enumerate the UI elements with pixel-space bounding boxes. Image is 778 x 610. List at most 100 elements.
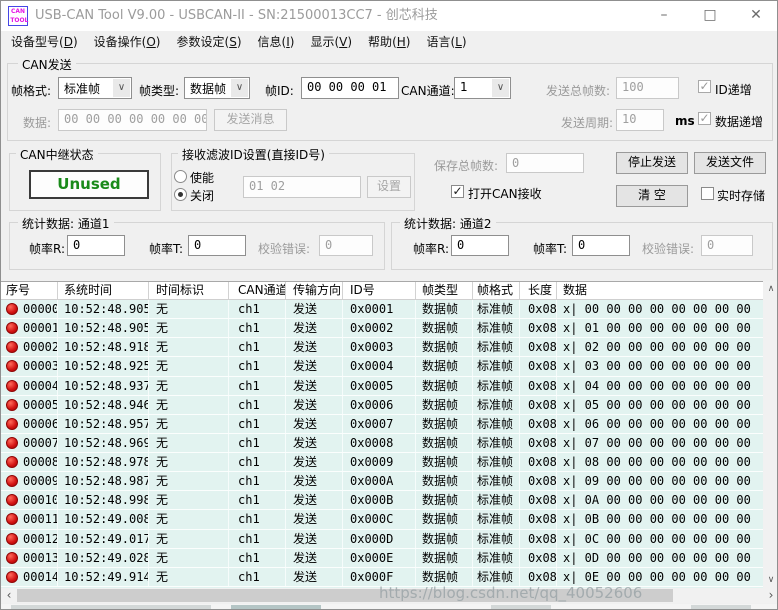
total-frames-input[interactable]: 100	[616, 77, 679, 99]
data-increment-checkbox[interactable]: ✓	[698, 112, 711, 125]
menu-bar: 设备型号(D) 设备操作(O) 参数设定(S) 信息(I) 显示(V) 帮助(H…	[1, 31, 778, 53]
rate-r2-input[interactable]: 0	[451, 235, 509, 256]
filter-close-radio[interactable]	[174, 188, 187, 201]
table-body: 00000 10:52:48.905 无 ch1 发送 0x0001 数据帧 标…	[1, 300, 763, 588]
table-row[interactable]: 00010 10:52:48.998 无 ch1 发送 0x000B 数据帧 标…	[1, 491, 763, 510]
record-dot-icon	[6, 552, 18, 564]
table-row[interactable]: 00012 10:52:49.017 无 ch1 发送 0x000D 数据帧 标…	[1, 530, 763, 549]
menu-device-model[interactable]: 设备型号(D)	[3, 31, 86, 53]
menu-info[interactable]: 信息(I)	[250, 31, 303, 53]
stats-channel1-label: 统计数据: 通道1	[18, 215, 114, 232]
send-message-button[interactable]: 发送消息	[214, 109, 287, 131]
save-total-input[interactable]: 0	[506, 153, 584, 173]
clear-button[interactable]: 清 空	[616, 185, 688, 207]
frame-type-label: 帧类型:	[139, 82, 179, 99]
col-header-frame-format[interactable]: 帧格式	[473, 282, 520, 299]
frame-format-label: 帧格式:	[11, 82, 51, 99]
record-dot-icon	[6, 380, 18, 392]
id-increment-checkbox[interactable]: ✓	[698, 80, 711, 93]
col-header-id[interactable]: ID号	[343, 282, 416, 299]
rate-r1-input[interactable]: 0	[67, 235, 125, 256]
chevron-down-icon[interactable]: ∨	[231, 79, 248, 97]
realtime-store-checkbox[interactable]	[701, 187, 714, 200]
minimize-icon[interactable]: –	[641, 1, 687, 31]
receive-filter-group-label: 接收滤波ID设置(直接ID号)	[178, 146, 329, 163]
filter-id-input[interactable]: 01 02	[243, 176, 361, 198]
filter-close-label: 关闭	[190, 187, 214, 204]
col-header-system-time[interactable]: 系统时间	[58, 282, 149, 299]
table-row[interactable]: 00002 10:52:48.918 无 ch1 发送 0x0003 数据帧 标…	[1, 338, 763, 357]
col-header-time-flag[interactable]: 时间标识	[149, 282, 229, 299]
realtime-store-label: 实时存储	[717, 187, 765, 204]
table-row[interactable]: 00013 10:52:49.028 无 ch1 发送 0x000E 数据帧 标…	[1, 549, 763, 568]
table-row[interactable]: 00008 10:52:48.978 无 ch1 发送 0x0009 数据帧 标…	[1, 453, 763, 472]
screen-edge-artifact	[231, 605, 321, 609]
frame-id-input[interactable]: 00 00 00 01	[301, 77, 399, 99]
table-row[interactable]: 00003 10:52:48.925 无 ch1 发送 0x0004 数据帧 标…	[1, 357, 763, 376]
menu-language[interactable]: 语言(L)	[418, 31, 474, 53]
check-err1-input[interactable]: 0	[319, 235, 373, 256]
table-header: 序号 系统时间 时间标识 CAN通道 传输方向 ID号 帧类型 帧格式 长度 数…	[1, 281, 763, 300]
table-row[interactable]: 00011 10:52:49.008 无 ch1 发送 0x000C 数据帧 标…	[1, 510, 763, 529]
open-can-receive-checkbox[interactable]: ✓	[451, 185, 464, 198]
record-dot-icon	[6, 360, 18, 372]
can-channel-label: CAN通道:	[401, 82, 455, 99]
rate-t2-input[interactable]: 0	[572, 235, 630, 256]
stats-channel2-label: 统计数据: 通道2	[400, 215, 496, 232]
maximize-icon[interactable]: □	[687, 1, 733, 31]
stop-send-button[interactable]: 停止发送	[616, 152, 688, 174]
open-can-receive-label: 打开CAN接收	[468, 185, 542, 202]
can-channel-select[interactable]: 1 ∨	[454, 77, 511, 99]
check-err2-input[interactable]: 0	[701, 235, 753, 256]
scroll-right-icon[interactable]: ›	[763, 588, 778, 603]
close-icon[interactable]: ✕	[733, 1, 778, 31]
rate-t1-input[interactable]: 0	[188, 235, 246, 256]
app-icon: CAN TOOL	[8, 6, 28, 26]
filter-set-button[interactable]: 设置	[367, 176, 411, 198]
menu-device-operation[interactable]: 设备操作(O)	[86, 31, 169, 53]
send-file-button[interactable]: 发送文件	[694, 152, 766, 174]
relay-status-indicator: Unused	[29, 170, 149, 199]
window-title: USB-CAN Tool V9.00 - USBCAN-II - SN:2150…	[35, 1, 438, 31]
send-period-input[interactable]: 10	[616, 109, 664, 131]
frame-type-select[interactable]: 数据帧 ∨	[184, 77, 250, 99]
col-header-frame-type[interactable]: 帧类型	[416, 282, 473, 299]
table-row[interactable]: 00007 10:52:48.969 无 ch1 发送 0x0008 数据帧 标…	[1, 434, 763, 453]
filter-enable-radio[interactable]	[174, 170, 187, 183]
record-dot-icon	[6, 494, 18, 506]
table-row[interactable]: 00001 10:52:48.905 无 ch1 发送 0x0002 数据帧 标…	[1, 319, 763, 338]
table-row[interactable]: 00006 10:52:48.957 无 ch1 发送 0x0007 数据帧 标…	[1, 415, 763, 434]
rate-t2-label: 帧率T:	[533, 240, 567, 257]
table-row[interactable]: 00009 10:52:48.987 无 ch1 发送 0x000A 数据帧 标…	[1, 472, 763, 491]
vertical-scrollbar[interactable]: ∧ ∨	[763, 281, 778, 588]
rate-t1-label: 帧率T:	[149, 240, 183, 257]
col-header-seq[interactable]: 序号	[1, 282, 58, 299]
data-increment-label: 数据递增	[715, 113, 763, 130]
col-header-data[interactable]: 数据	[557, 282, 763, 299]
title-bar: CAN TOOL USB-CAN Tool V9.00 - USBCAN-II …	[1, 1, 777, 31]
data-input[interactable]: 00 00 00 00 00 00 00 00	[58, 109, 207, 131]
radio-dot-icon	[178, 192, 183, 197]
check-err1-label: 校验错误:	[258, 240, 310, 257]
period-unit-label: ms	[675, 114, 695, 128]
scroll-up-icon[interactable]: ∧	[763, 281, 778, 297]
col-header-can-channel[interactable]: CAN通道	[229, 282, 286, 299]
frame-id-label: 帧ID:	[265, 82, 294, 99]
screen-edge-artifact	[491, 605, 551, 609]
table-row[interactable]: 00000 10:52:48.905 无 ch1 发送 0x0001 数据帧 标…	[1, 300, 763, 319]
id-increment-label: ID递增	[715, 81, 752, 98]
menu-help[interactable]: 帮助(H)	[360, 31, 418, 53]
col-header-length[interactable]: 长度	[520, 282, 557, 299]
table-row[interactable]: 00005 10:52:48.946 无 ch1 发送 0x0006 数据帧 标…	[1, 396, 763, 415]
frame-format-select[interactable]: 标准帧 ∨	[58, 77, 132, 99]
table-row[interactable]: 00004 10:52:48.937 无 ch1 发送 0x0005 数据帧 标…	[1, 377, 763, 396]
menu-parameter-setting[interactable]: 参数设定(S)	[168, 31, 249, 53]
col-header-direction[interactable]: 传输方向	[286, 282, 343, 299]
menu-display[interactable]: 显示(V)	[302, 31, 360, 53]
scroll-down-icon[interactable]: ∨	[763, 572, 778, 588]
chevron-down-icon[interactable]: ∨	[113, 79, 130, 97]
record-dot-icon	[6, 437, 18, 449]
record-dot-icon	[6, 418, 18, 430]
chevron-down-icon[interactable]: ∨	[492, 79, 509, 97]
scroll-left-icon[interactable]: ‹	[1, 588, 17, 603]
